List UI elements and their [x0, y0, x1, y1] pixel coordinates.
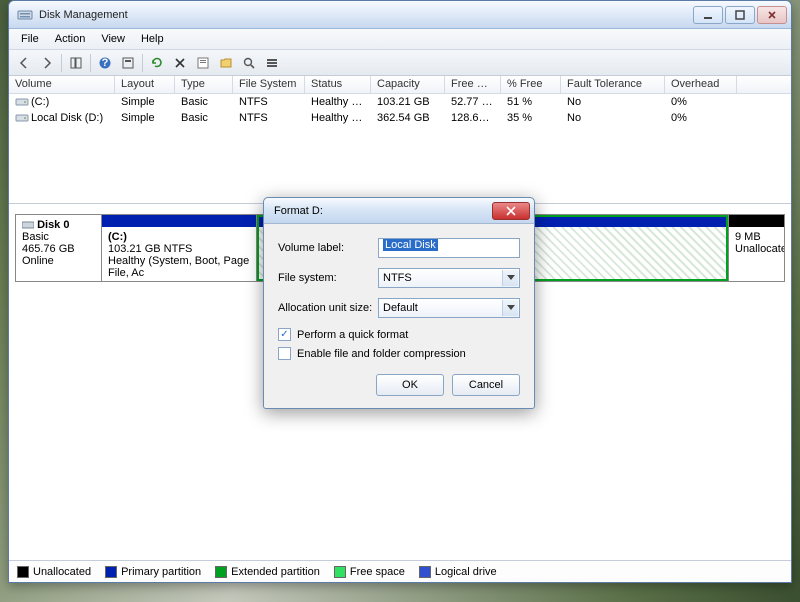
- allocation-size-select[interactable]: Default: [378, 298, 520, 318]
- col-filesystem[interactable]: File System: [233, 76, 305, 93]
- col-layout[interactable]: Layout: [115, 76, 175, 93]
- volume-row[interactable]: Local Disk (D:) Simple Basic NTFS Health…: [9, 110, 791, 126]
- search-button[interactable]: [238, 52, 260, 74]
- dropdown-arrow-icon: [502, 270, 518, 286]
- cancel-button[interactable]: Cancel: [452, 374, 520, 396]
- filesystem-select[interactable]: NTFS: [378, 268, 520, 288]
- minimize-button[interactable]: [693, 6, 723, 24]
- toolbar: ?: [9, 50, 791, 76]
- help-button[interactable]: ?: [94, 52, 116, 74]
- app-icon: [17, 7, 33, 23]
- settings-button[interactable]: [117, 52, 139, 74]
- window-title: Disk Management: [39, 9, 693, 21]
- label-fs: File system:: [278, 272, 378, 284]
- col-capacity[interactable]: Capacity: [371, 76, 445, 93]
- show-hide-tree-button[interactable]: [65, 52, 87, 74]
- drive-icon: [15, 112, 29, 124]
- col-overhead[interactable]: Overhead: [665, 76, 737, 93]
- col-type[interactable]: Type: [175, 76, 233, 93]
- dropdown-arrow-icon: [502, 300, 518, 316]
- swatch-free: [334, 566, 346, 578]
- dialog-title: Format D:: [274, 205, 492, 217]
- quick-format-label: Perform a quick format: [297, 329, 408, 341]
- col-volume[interactable]: Volume: [9, 76, 115, 93]
- quick-format-checkbox[interactable]: ✓: [278, 328, 291, 341]
- col-free[interactable]: Free Spa...: [445, 76, 501, 93]
- col-fault[interactable]: Fault Tolerance: [561, 76, 665, 93]
- disk-icon: [22, 219, 34, 231]
- swatch-primary: [105, 566, 117, 578]
- volume-list: Volume Layout Type File System Status Ca…: [9, 76, 791, 204]
- drive-icon: [15, 96, 29, 108]
- partition-unallocated[interactable]: 9 MB Unallocate: [728, 215, 784, 281]
- list-button[interactable]: [261, 52, 283, 74]
- swatch-logical: [419, 566, 431, 578]
- swatch-unallocated: [17, 566, 29, 578]
- label-alloc: Allocation unit size:: [278, 302, 378, 314]
- menubar: File Action View Help: [9, 29, 791, 50]
- properties-button[interactable]: [192, 52, 214, 74]
- menu-view[interactable]: View: [93, 31, 133, 47]
- menu-file[interactable]: File: [13, 31, 47, 47]
- folder-button[interactable]: [215, 52, 237, 74]
- compression-checkbox[interactable]: [278, 347, 291, 360]
- dialog-titlebar[interactable]: Format D:: [264, 198, 534, 224]
- compression-label: Enable file and folder compression: [297, 348, 466, 360]
- col-pctfree[interactable]: % Free: [501, 76, 561, 93]
- volume-label-input[interactable]: Local Disk: [378, 238, 520, 258]
- maximize-button[interactable]: [725, 6, 755, 24]
- partition-c[interactable]: (C:) 103.21 GB NTFS Healthy (System, Boo…: [102, 215, 257, 281]
- ok-button[interactable]: OK: [376, 374, 444, 396]
- volume-list-header[interactable]: Volume Layout Type File System Status Ca…: [9, 76, 791, 94]
- format-dialog: Format D: Volume label: Local Disk File …: [263, 197, 535, 409]
- forward-button[interactable]: [36, 52, 58, 74]
- legend: Unallocated Primary partition Extended p…: [9, 560, 791, 582]
- close-button[interactable]: [757, 6, 787, 24]
- titlebar[interactable]: Disk Management: [9, 1, 791, 29]
- swatch-extended: [215, 566, 227, 578]
- back-button[interactable]: [13, 52, 35, 74]
- menu-action[interactable]: Action: [47, 31, 94, 47]
- label-volume: Volume label:: [278, 242, 378, 254]
- refresh-button[interactable]: [146, 52, 168, 74]
- delete-button[interactable]: [169, 52, 191, 74]
- col-status[interactable]: Status: [305, 76, 371, 93]
- disk-info: Disk 0 Basic 465.76 GB Online: [16, 215, 102, 281]
- dialog-close-button[interactable]: [492, 202, 530, 220]
- menu-help[interactable]: Help: [133, 31, 172, 47]
- svg-text:?: ?: [102, 57, 109, 69]
- volume-row[interactable]: (C:) Simple Basic NTFS Healthy (S... 103…: [9, 94, 791, 110]
